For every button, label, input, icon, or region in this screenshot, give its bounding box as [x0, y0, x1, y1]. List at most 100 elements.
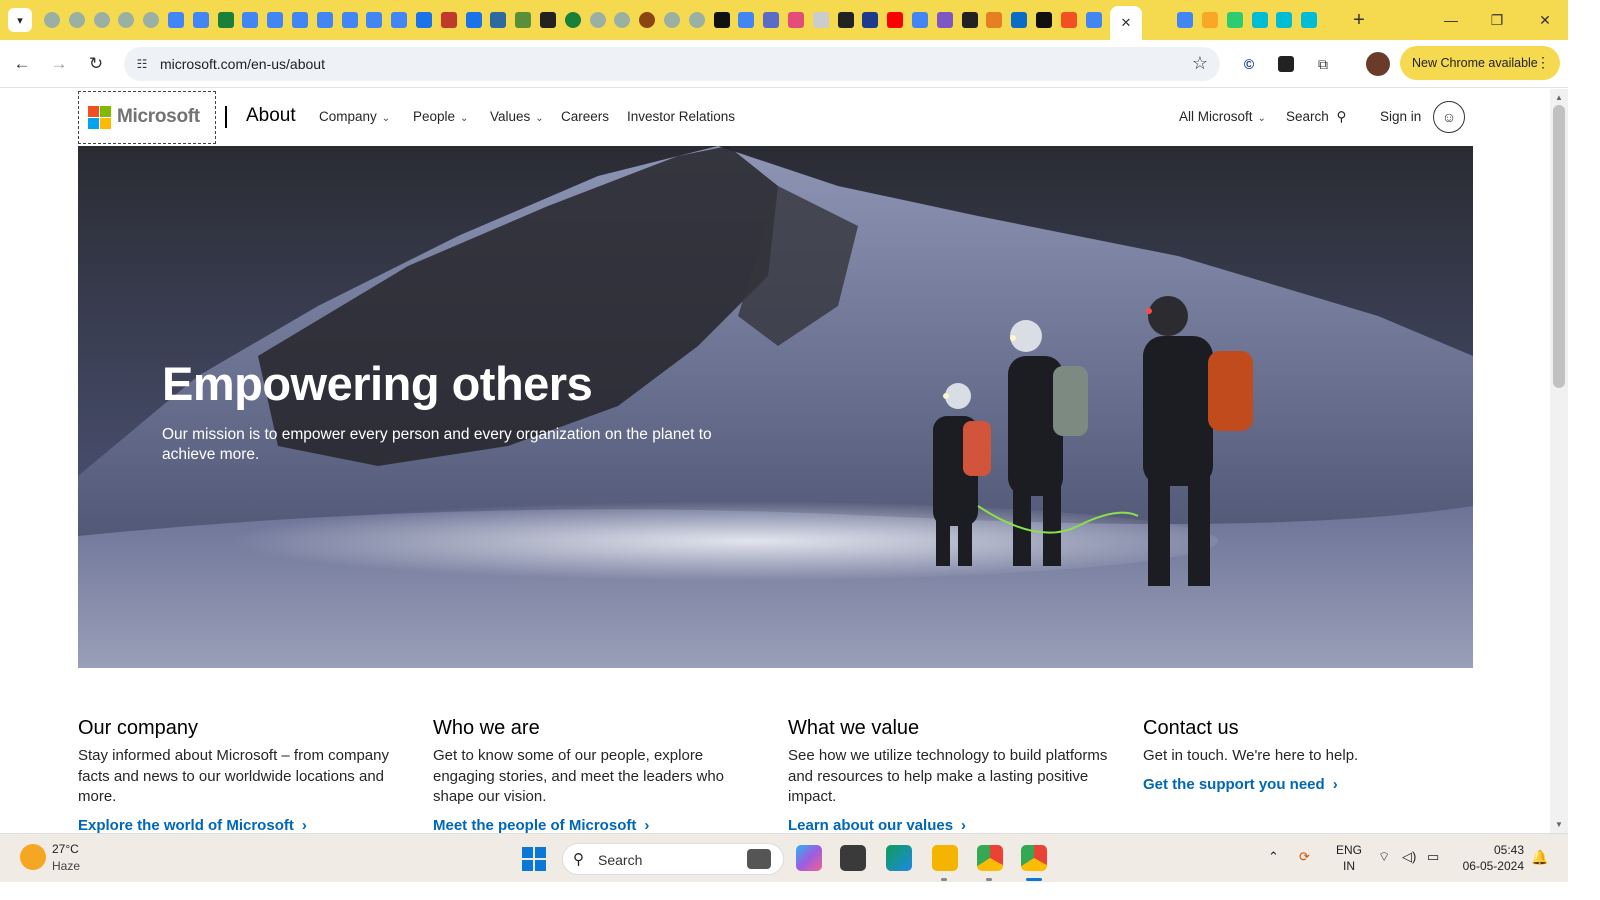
sync-icon[interactable]: ⟳: [1299, 849, 1310, 865]
tab-favicon-icon[interactable]: [366, 12, 383, 28]
tab-favicon-icon[interactable]: [440, 12, 457, 28]
tab-favicon-icon[interactable]: [961, 12, 978, 28]
tab-favicon-icon[interactable]: [589, 12, 606, 28]
tab-search-chevron-icon[interactable]: ▾: [8, 8, 32, 32]
learn-values-link[interactable]: Learn about our values ›: [788, 817, 1118, 834]
tab-favicon-icon[interactable]: [1251, 12, 1268, 28]
user-account-icon[interactable]: ☺: [1433, 101, 1465, 133]
tab-favicon-icon[interactable]: [1011, 12, 1028, 28]
tab-favicon-icon[interactable]: [1036, 12, 1052, 28]
weather-haze-icon[interactable]: [20, 844, 46, 870]
extension-c-icon[interactable]: ©: [1237, 52, 1261, 76]
scroll-up-icon[interactable]: ▲: [1555, 93, 1563, 102]
tab-favicon-icon[interactable]: [490, 12, 507, 28]
tab-favicon-icon[interactable]: [812, 12, 829, 28]
tab-favicon-icon[interactable]: [664, 12, 680, 28]
extensions-puzzle-icon[interactable]: ⧉: [1311, 52, 1335, 76]
tab-favicon-icon[interactable]: [515, 12, 532, 28]
tab-favicon-icon[interactable]: [1060, 12, 1077, 28]
url-text[interactable]: microsoft.com/en-us/about: [160, 56, 325, 72]
tab-favicon-icon[interactable]: [465, 12, 482, 28]
back-icon[interactable]: ←: [10, 52, 34, 76]
chrome-profile-1-icon[interactable]: [977, 845, 1003, 871]
explore-microsoft-link[interactable]: Explore the world of Microsoft ›: [78, 817, 408, 834]
minimize-icon[interactable]: —: [1436, 8, 1466, 32]
tab-favicon-icon[interactable]: [887, 12, 904, 28]
tab-favicon-icon[interactable]: [118, 12, 135, 28]
tab-favicon-icon[interactable]: [217, 12, 234, 28]
tab-favicon-icon[interactable]: [540, 12, 556, 28]
section-title[interactable]: About: [246, 105, 296, 127]
tab-favicon-icon[interactable]: [688, 12, 705, 28]
update-chrome-button[interactable]: New Chrome available ⋮: [1400, 46, 1560, 80]
search-button[interactable]: Search ⚲: [1286, 109, 1346, 125]
profile-avatar[interactable]: [1366, 52, 1390, 76]
tab-favicon-icon[interactable]: [391, 12, 408, 28]
microsoft-logo-link[interactable]: Microsoft: [78, 91, 216, 144]
tab-favicon-icon[interactable]: [292, 12, 308, 28]
tab-favicon-icon[interactable]: [936, 12, 953, 28]
forward-icon[interactable]: →: [47, 52, 71, 76]
chrome-profile-2-icon[interactable]: [1021, 845, 1047, 871]
weather-condition[interactable]: Haze: [52, 859, 80, 873]
bookmark-star-icon[interactable]: ☆: [1192, 53, 1208, 74]
tab-favicon-icon[interactable]: [1085, 12, 1102, 28]
wifi-icon[interactable]: ⌔: [1378, 849, 1390, 865]
nav-values[interactable]: Values ⌄: [490, 109, 544, 124]
show-hidden-icons-chevron-icon[interactable]: ⌃: [1268, 849, 1279, 865]
tab-favicon-icon[interactable]: [416, 12, 432, 28]
tab-favicon-icon[interactable]: [1226, 12, 1243, 28]
battery-icon[interactable]: ▭: [1427, 849, 1439, 865]
tab-favicon-icon[interactable]: [143, 12, 160, 28]
tab-favicon-icon[interactable]: [912, 12, 928, 28]
tab-favicon-icon[interactable]: [1202, 12, 1218, 28]
extension-square-icon[interactable]: [1274, 52, 1298, 76]
close-tab-icon[interactable]: ✕: [1121, 15, 1132, 31]
tab-favicon-icon[interactable]: [564, 12, 581, 28]
tab-favicon-icon[interactable]: [837, 12, 854, 28]
tab-favicon-icon[interactable]: [862, 12, 879, 28]
page-scrollbar[interactable]: ▲ ▼: [1550, 89, 1568, 833]
nav-careers[interactable]: Careers: [561, 109, 609, 124]
tab-favicon-icon[interactable]: [986, 12, 1003, 28]
task-view-icon[interactable]: [840, 845, 866, 871]
tab-favicon-icon[interactable]: [639, 12, 656, 28]
tab-favicon-icon[interactable]: [788, 12, 804, 28]
nav-company[interactable]: Company ⌄: [319, 109, 390, 124]
scroll-down-icon[interactable]: ▼: [1555, 820, 1563, 829]
language-indicator[interactable]: ENG IN: [1336, 842, 1362, 874]
all-microsoft-menu[interactable]: All Microsoft ⌄: [1179, 109, 1266, 124]
tab-favicon-icon[interactable]: [614, 12, 631, 28]
tab-favicon-icon[interactable]: [242, 12, 259, 28]
meet-people-link[interactable]: Meet the people of Microsoft ›: [433, 817, 763, 834]
tab-favicon-icon[interactable]: [763, 12, 780, 28]
menu-dots-icon[interactable]: ⋮: [1536, 54, 1550, 71]
close-window-icon[interactable]: ✕: [1530, 8, 1560, 32]
windows-start-icon[interactable]: [522, 847, 546, 871]
active-tab[interactable]: ✕: [1110, 6, 1142, 40]
tab-favicon-icon[interactable]: [44, 12, 60, 28]
tab-favicon-icon[interactable]: [341, 12, 358, 28]
tab-favicon-icon[interactable]: [192, 12, 209, 28]
site-info-icon[interactable]: ☷: [132, 54, 152, 74]
tab-favicon-icon[interactable]: [1301, 12, 1318, 28]
tab-favicon-icon[interactable]: [1177, 12, 1194, 28]
nav-investor-relations[interactable]: Investor Relations: [627, 109, 735, 124]
reload-icon[interactable]: ↻: [84, 52, 108, 76]
edge-icon[interactable]: [886, 845, 912, 871]
support-link[interactable]: Get the support you need ›: [1143, 776, 1473, 793]
tab-favicon-icon[interactable]: [168, 12, 184, 28]
weather-temperature[interactable]: 27°C: [52, 842, 79, 856]
file-explorer-icon[interactable]: [932, 845, 958, 871]
tab-favicon-icon[interactable]: [738, 12, 755, 28]
notification-bell-icon[interactable]: 🔔: [1531, 849, 1548, 866]
scroll-thumb[interactable]: [1553, 105, 1565, 388]
sign-in-link[interactable]: Sign in: [1380, 109, 1421, 124]
restore-icon[interactable]: ❐: [1482, 8, 1512, 32]
tab-favicon-icon[interactable]: [1276, 12, 1293, 28]
tab-favicon-icon[interactable]: [713, 12, 730, 28]
tab-favicon-icon[interactable]: [267, 12, 284, 28]
address-bar[interactable]: ☷ microsoft.com/en-us/about ☆: [124, 47, 1220, 81]
tab-favicon-icon[interactable]: [93, 12, 110, 28]
clock[interactable]: 05:43 06-05-2024: [1460, 842, 1524, 874]
